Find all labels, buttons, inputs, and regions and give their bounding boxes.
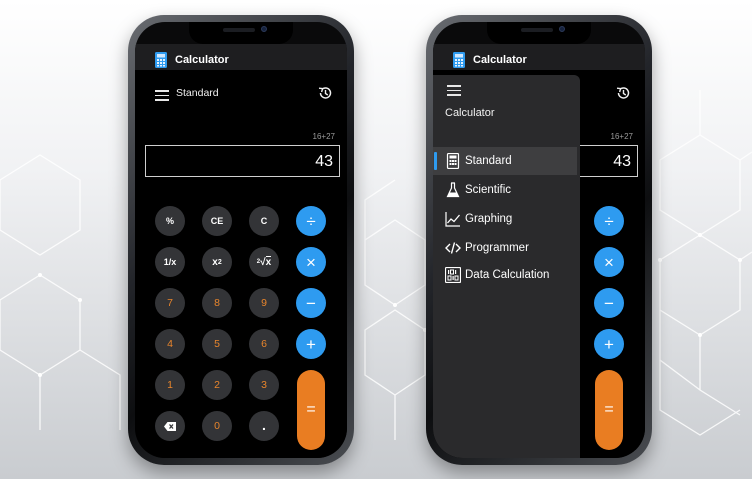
- menu-item-graphing[interactable]: Graphing: [433, 205, 577, 233]
- equals-key[interactable]: =: [297, 370, 325, 450]
- multiply-key[interactable]: ×: [296, 247, 326, 277]
- decimal-key[interactable]: .: [249, 411, 279, 441]
- square-root-key[interactable]: 2 √ x: [249, 247, 279, 277]
- hamburger-icon[interactable]: [447, 85, 461, 96]
- title-bar: Calculator: [135, 44, 347, 70]
- calculator-app-icon: [155, 52, 167, 68]
- key-3[interactable]: 3: [249, 370, 279, 400]
- speaker: [521, 28, 553, 32]
- navigation-drawer: Calculator Standard Scientific Graphing …: [433, 75, 580, 458]
- key-1[interactable]: 1: [155, 370, 185, 400]
- front-camera: [559, 26, 565, 32]
- divide-key[interactable]: ÷: [594, 206, 624, 236]
- minus-key[interactable]: −: [594, 288, 624, 318]
- equals-key[interactable]: =: [595, 370, 623, 450]
- calculator-icon: [446, 153, 460, 169]
- history-icon[interactable]: [615, 85, 631, 101]
- key-2[interactable]: 2: [202, 370, 232, 400]
- backspace-key[interactable]: [155, 411, 185, 441]
- expression-text: 16+27: [312, 132, 335, 141]
- left-phone: Calculator Standard 16+27 43 % CE C 1/x …: [128, 15, 354, 465]
- app-title: Calculator: [473, 54, 527, 66]
- history-icon[interactable]: [317, 85, 333, 101]
- multiply-key[interactable]: ×: [594, 247, 624, 277]
- calculator-body: 16+27 43 ÷ × − + = Calculator Standard S…: [433, 70, 645, 458]
- expression-text: 16+27: [610, 132, 633, 141]
- menu-item-standard[interactable]: Standard: [433, 147, 577, 175]
- left-screen: Calculator Standard 16+27 43 % CE C 1/x …: [135, 22, 347, 458]
- front-camera: [261, 26, 267, 32]
- selection-indicator: [434, 152, 437, 170]
- right-phone: Calculator 16+27 43 ÷ × − + = Calculator…: [426, 15, 652, 465]
- flask-icon: [446, 182, 460, 198]
- key-9[interactable]: 9: [249, 288, 279, 318]
- clear-key[interactable]: C: [249, 206, 279, 236]
- key-6[interactable]: 6: [249, 329, 279, 359]
- menu-item-label: Programmer: [465, 242, 529, 254]
- menu-item-label: Standard: [465, 155, 512, 167]
- right-screen: Calculator 16+27 43 ÷ × − + = Calculator…: [433, 22, 645, 458]
- plus-key[interactable]: +: [594, 329, 624, 359]
- graph-icon: [445, 212, 460, 227]
- square-key[interactable]: x2: [202, 247, 232, 277]
- clear-entry-key[interactable]: CE: [202, 206, 232, 236]
- mode-title: Standard: [176, 87, 219, 99]
- menu-item-label: Graphing: [465, 213, 513, 225]
- binary-icon: [445, 267, 461, 283]
- menu-item-programmer[interactable]: Programmer: [433, 234, 577, 262]
- code-icon: [445, 242, 461, 254]
- plus-key[interactable]: +: [296, 329, 326, 359]
- divide-key[interactable]: ÷: [296, 206, 326, 236]
- hamburger-icon[interactable]: [155, 90, 169, 101]
- calculator-app-icon: [453, 52, 465, 68]
- key-0[interactable]: 0: [202, 411, 232, 441]
- key-7[interactable]: 7: [155, 288, 185, 318]
- backspace-icon: [164, 421, 176, 431]
- app-title: Calculator: [175, 54, 229, 66]
- reciprocal-key[interactable]: 1/x: [155, 247, 185, 277]
- notch: [189, 22, 293, 44]
- key-5[interactable]: 5: [202, 329, 232, 359]
- result-display: 43: [145, 145, 340, 177]
- menu-item-data-calculation[interactable]: Data Calculation: [433, 261, 577, 289]
- percent-key[interactable]: %: [155, 206, 185, 236]
- result-value: 43: [613, 153, 631, 170]
- key-8[interactable]: 8: [202, 288, 232, 318]
- menu-item-label: Data Calculation: [465, 269, 550, 281]
- calculator-body: Standard 16+27 43 % CE C 1/x x2 2 √ x 7 8 …: [135, 70, 347, 458]
- result-value: 43: [315, 153, 333, 170]
- menu-item-scientific[interactable]: Scientific: [433, 176, 577, 204]
- notch: [487, 22, 591, 44]
- speaker: [223, 28, 255, 32]
- minus-key[interactable]: −: [296, 288, 326, 318]
- title-bar: Calculator: [433, 44, 645, 70]
- key-4[interactable]: 4: [155, 329, 185, 359]
- menu-item-label: Scientific: [465, 184, 512, 196]
- drawer-title: Calculator: [445, 107, 495, 119]
